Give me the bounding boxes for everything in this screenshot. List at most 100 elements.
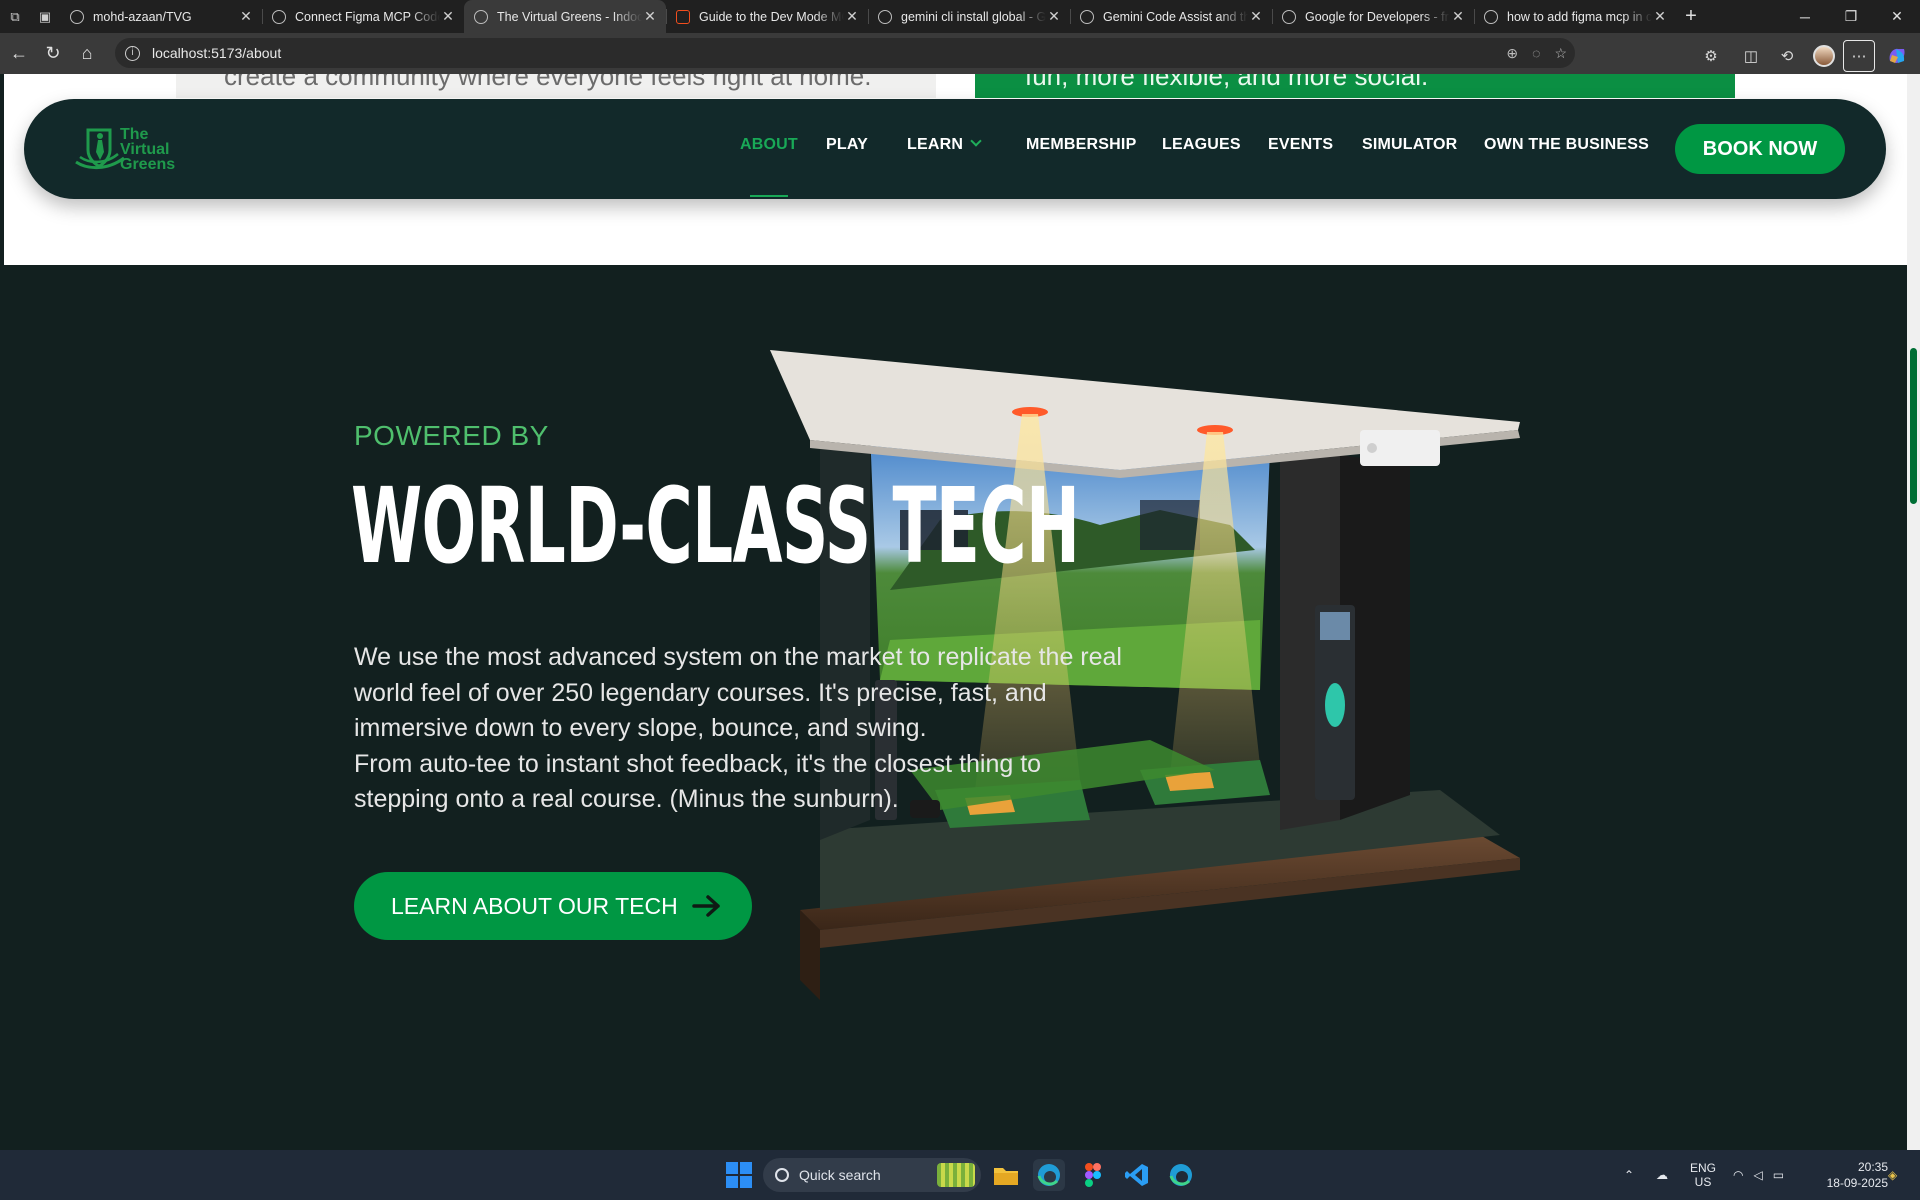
- new-tab-button[interactable]: +: [1676, 5, 1706, 28]
- tab-title: Google for Developers - fr: [1305, 9, 1449, 24]
- edge-icon[interactable]: [1165, 1159, 1197, 1191]
- hero-body-line: We use the most advanced system on the m…: [354, 643, 1122, 671]
- windows-start-icon[interactable]: [726, 1162, 752, 1188]
- favorite-star-icon[interactable]: ☆: [1554, 45, 1567, 62]
- logo-line: Greens: [120, 155, 176, 173]
- profile-avatar[interactable]: [1808, 40, 1840, 72]
- extensions-icon[interactable]: ⚙: [1695, 40, 1727, 72]
- nav-item-own-the-business[interactable]: OWN THE BUSINESS: [1484, 136, 1649, 154]
- browser-tab[interactable]: Connect Figma MCP Code ✕: [262, 0, 464, 33]
- reader-icon[interactable]: ◌: [1532, 45, 1540, 61]
- notification-icon[interactable]: ◈: [1888, 1150, 1897, 1200]
- clock-date: 18-09-2025: [1826, 1176, 1888, 1190]
- close-tab-icon[interactable]: ✕: [440, 8, 456, 25]
- previous-card-left: create a community where everyone feels …: [176, 74, 936, 98]
- tab-title: how to add figma mcp in c: [1507, 9, 1652, 24]
- scrollbar-thumb[interactable]: [1910, 348, 1917, 504]
- wifi-icon: ◠: [1733, 1168, 1744, 1182]
- tab-actions-icon[interactable]: ▣: [30, 0, 60, 33]
- zoom-icon[interactable]: ⊕: [1506, 45, 1518, 62]
- search-highlight-icon: [937, 1163, 975, 1187]
- onedrive-icon[interactable]: ☁: [1656, 1150, 1668, 1200]
- learn-about-tech-button[interactable]: LEARN ABOUT OUR TECH: [354, 872, 752, 940]
- google-icon: [878, 9, 892, 24]
- nav-item-play[interactable]: PLAY: [826, 136, 868, 154]
- figma-icon: [676, 9, 690, 24]
- taskbar-search[interactable]: Quick search: [763, 1158, 981, 1192]
- site-info-icon[interactable]: i: [125, 45, 140, 61]
- hero-body-line: world feel of over 250 legendary courses…: [354, 678, 1047, 707]
- quick-settings[interactable]: ◠ ◁ ▭: [1733, 1150, 1784, 1200]
- cta-label: LEARN ABOUT OUR TECH: [391, 892, 678, 919]
- openai-icon: [272, 9, 286, 24]
- minimize-icon[interactable]: ─: [1782, 0, 1828, 33]
- language-indicator[interactable]: ENG US: [1690, 1150, 1716, 1200]
- nav-item-about[interactable]: ABOUT: [740, 136, 798, 154]
- hero-body-line: From auto-tee to instant shot feedback, …: [354, 749, 1042, 778]
- tab-title: The Virtual Greens - Indoor: [497, 9, 642, 24]
- hero-body-line: immersive down to every slope, bounce, a…: [354, 714, 927, 742]
- browser-toolbar: ← ↻ ⌂ i localhost:5173/about ⊕ ◌ ☆: [0, 33, 1920, 74]
- nav-item-learn[interactable]: LEARN: [907, 135, 982, 154]
- nav-item-membership[interactable]: MEMBERSHIP: [1026, 136, 1136, 154]
- book-now-button[interactable]: BOOK NOW: [1675, 124, 1845, 174]
- arrow-right-icon: [691, 895, 720, 917]
- browser-tab[interactable]: Google for Developers - fr ✕: [1272, 0, 1474, 33]
- close-window-icon[interactable]: ✕: [1874, 0, 1920, 33]
- google-icon: [1282, 9, 1296, 24]
- volume-icon: ◁: [1753, 1168, 1763, 1182]
- browser-tab-bar: ⧉ ▣ mohd-azaan/TVG ✕ Connect Figma MCP C…: [0, 0, 1920, 33]
- restore-icon[interactable]: ❐: [1828, 0, 1874, 33]
- split-screen-icon[interactable]: ◫: [1735, 40, 1767, 72]
- windows-taskbar: Quick search ⌃ ☁ ENG US ◠ ◁ ▭ 20:35 18-0…: [0, 1150, 1920, 1200]
- tray-overflow-icon[interactable]: ⌃: [1624, 1150, 1634, 1200]
- more-menu-icon[interactable]: ⋯: [1843, 40, 1875, 72]
- nav-item-events[interactable]: EVENTS: [1268, 136, 1333, 154]
- close-tab-icon[interactable]: ✕: [1652, 8, 1668, 25]
- back-icon[interactable]: ←: [2, 37, 36, 71]
- close-tab-icon[interactable]: ✕: [844, 8, 860, 25]
- close-tab-icon[interactable]: ✕: [1046, 8, 1062, 25]
- edge-icon[interactable]: [1033, 1159, 1065, 1191]
- tab-title: gemini cli install global - G: [901, 9, 1046, 24]
- file-explorer-icon[interactable]: [990, 1159, 1022, 1191]
- close-tab-icon[interactable]: ✕: [1450, 8, 1466, 25]
- search-icon: [775, 1168, 789, 1182]
- copilot-icon[interactable]: [1881, 40, 1913, 72]
- close-tab-icon[interactable]: ✕: [1248, 8, 1264, 25]
- nav-item-leagues[interactable]: LEAGUES: [1162, 136, 1241, 154]
- logo-line: The: [120, 125, 149, 143]
- tab-title: Gemini Code Assist and th: [1103, 9, 1248, 24]
- page-viewport: create a community where everyone feels …: [0, 74, 1920, 1150]
- browser-tab[interactable]: how to add figma mcp in c ✕: [1474, 0, 1676, 33]
- chevron-down-icon: [970, 135, 982, 147]
- search-placeholder: Quick search: [799, 1167, 881, 1183]
- history-icon[interactable]: ⟲: [1771, 40, 1803, 72]
- page-scrollbar[interactable]: [1907, 74, 1920, 1150]
- site-logo[interactable]: The Virtual Greens: [74, 123, 204, 175]
- hero-headline: WORLD-CLASS TECH: [351, 465, 1080, 587]
- address-bar[interactable]: i localhost:5173/about ⊕ ◌ ☆: [115, 38, 1575, 68]
- browser-tab[interactable]: mohd-azaan/TVG ✕: [60, 0, 262, 33]
- clock[interactable]: 20:35 18-09-2025: [1812, 1150, 1888, 1200]
- workspaces-icon[interactable]: ⧉: [0, 0, 30, 33]
- logo-line: Virtual: [120, 140, 170, 158]
- close-tab-icon[interactable]: ✕: [642, 8, 658, 25]
- vscode-icon[interactable]: [1121, 1159, 1153, 1191]
- globe-icon: [474, 9, 488, 24]
- browser-tab-active[interactable]: The Virtual Greens - Indoor ✕: [464, 0, 666, 33]
- hero-body-line: stepping onto a real course. (Minus the …: [354, 785, 899, 813]
- figma-icon[interactable]: [1077, 1159, 1109, 1191]
- url-text[interactable]: localhost:5173/about: [152, 45, 281, 61]
- nav-item-learn-label: LEARN: [907, 136, 964, 153]
- browser-tab[interactable]: Guide to the Dev Mode MCP ✕: [666, 0, 868, 33]
- refresh-icon[interactable]: ↻: [36, 37, 70, 71]
- google-icon: [1080, 9, 1094, 24]
- close-tab-icon[interactable]: ✕: [238, 8, 254, 25]
- browser-tab[interactable]: Gemini Code Assist and th ✕: [1070, 0, 1272, 33]
- browser-tab[interactable]: gemini cli install global - G ✕: [868, 0, 1070, 33]
- golfer-logo-icon: [75, 128, 125, 169]
- logo-wordmark: The Virtual Greens: [120, 125, 176, 173]
- nav-item-simulator[interactable]: SIMULATOR: [1362, 136, 1457, 154]
- home-icon[interactable]: ⌂: [70, 37, 104, 71]
